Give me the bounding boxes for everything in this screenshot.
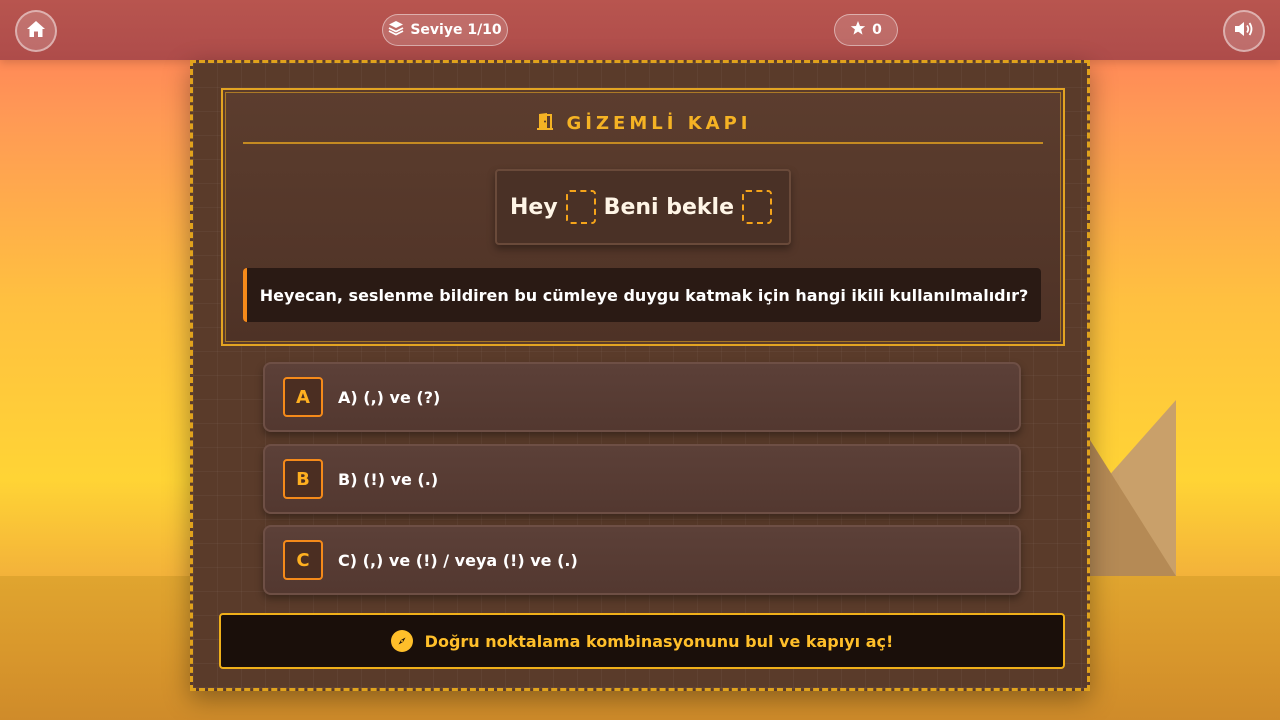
home-icon [26, 20, 46, 42]
sound-button[interactable] [1223, 10, 1265, 52]
compass-icon [390, 630, 413, 652]
door-icon [535, 112, 555, 135]
score-value: 0 [872, 22, 882, 38]
answer-option-b[interactable]: B B) (!) ve (.) [263, 444, 1021, 514]
layers-icon [388, 20, 404, 40]
hint-bar: Doğru noktalama kombinasyonunu bul ve ka… [219, 613, 1065, 669]
star-icon [850, 20, 866, 40]
sentence-word-2: Beni bekle [603, 194, 734, 220]
sentence-word-1: Hey [509, 194, 558, 220]
option-letter-badge: B [283, 459, 323, 499]
punctuation-slot-1[interactable] [565, 190, 596, 224]
home-button[interactable] [15, 10, 57, 52]
option-text: A) (,) ve (?) [338, 387, 441, 407]
hint-text: Doğru noktalama kombinasyonunu bul ve ka… [424, 631, 894, 651]
option-text: B) (!) ve (.) [338, 469, 439, 489]
door-title: GİZEMLİ KAPI [223, 110, 1063, 136]
option-letter-badge: A [283, 377, 323, 417]
volume-icon [1233, 20, 1255, 42]
answer-option-c[interactable]: C C) (,) ve (!) / veya (!) ve (.) [263, 525, 1021, 595]
top-bar: Seviye 1/10 0 [0, 0, 1280, 60]
option-text: C) (,) ve (!) / veya (!) ve (.) [338, 550, 578, 570]
level-indicator: Seviye 1/10 [382, 14, 508, 46]
game-panel: GİZEMLİ KAPI Hey Beni bekle Heyecan, ses… [190, 60, 1090, 691]
option-letter-badge: C [283, 540, 323, 580]
score-indicator: 0 [834, 14, 898, 46]
mystery-door-card: GİZEMLİ KAPI Hey Beni bekle Heyecan, ses… [221, 88, 1065, 346]
title-divider [243, 142, 1043, 144]
level-label: Seviye 1/10 [410, 22, 502, 38]
question-text: Heyecan, seslenme bildiren bu cümleye du… [243, 268, 1041, 322]
punctuation-slot-2[interactable] [742, 190, 772, 224]
answer-option-a[interactable]: A A) (,) ve (?) [263, 362, 1021, 432]
door-title-text: GİZEMLİ KAPI [566, 112, 752, 134]
sentence-card: Hey Beni bekle [495, 169, 791, 245]
pyramid-shadow [1090, 440, 1176, 576]
